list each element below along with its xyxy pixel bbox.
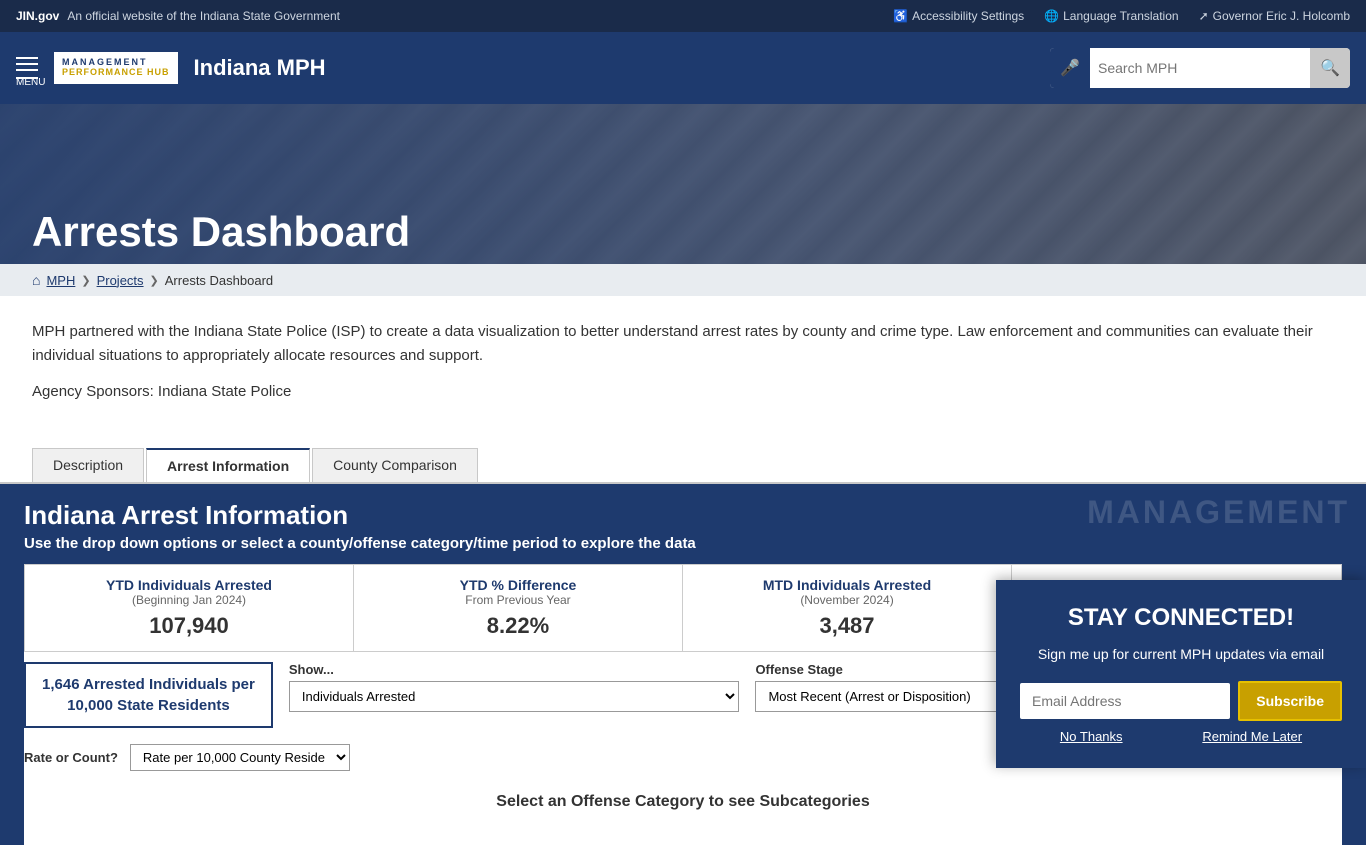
- breadcrumb: ⌂ MPH ❯ Projects ❯ Arrests Dashboard: [0, 264, 1366, 296]
- search-input[interactable]: [1090, 60, 1310, 76]
- offense-section: Select an Offense Category to see Subcat…: [24, 777, 1342, 845]
- site-title: Indiana MPH: [194, 55, 326, 81]
- breadcrumb-sep-2: ❯: [150, 274, 159, 287]
- main-nav: MENU MANAGEMENT PERFORMANCE HUB Indiana …: [0, 32, 1366, 104]
- rate-label: Rate or Count?: [24, 750, 118, 765]
- offense-title: Select an Offense Category to see Subcat…: [24, 785, 1342, 819]
- language-link[interactable]: 🌐 Language Translation: [1044, 9, 1178, 23]
- stat-ytd-arrested: YTD Individuals Arrested (Beginning Jan …: [25, 565, 354, 651]
- stat-ytd-diff-label: YTD % Difference: [370, 577, 666, 593]
- breadcrumb-current: Arrests Dashboard: [165, 273, 273, 288]
- popup-links: No Thanks Remind Me Later: [1020, 729, 1342, 744]
- external-link-icon: ➚: [1199, 9, 1209, 23]
- show-select[interactable]: Individuals Arrested Arrest Count Rate p…: [289, 681, 740, 712]
- official-text: An official website of the Indiana State…: [67, 9, 340, 23]
- stat-ytd-diff-value: 8.22%: [370, 613, 666, 639]
- logo-box: MANAGEMENT PERFORMANCE HUB: [54, 52, 178, 84]
- stat-mtd-arrested-label: MTD Individuals Arrested: [699, 577, 995, 593]
- no-thanks-button[interactable]: No Thanks: [1060, 729, 1123, 744]
- nav-logo[interactable]: MANAGEMENT PERFORMANCE HUB Indiana MPH: [54, 52, 326, 84]
- popup-email-row: Subscribe: [1020, 681, 1342, 721]
- remind-later-button[interactable]: Remind Me Later: [1202, 729, 1302, 744]
- hero-content: Arrests Dashboard: [0, 192, 442, 264]
- accessibility-link[interactable]: ♿ Accessibility Settings: [893, 9, 1024, 23]
- top-bar-right: ♿ Accessibility Settings 🌐 Language Tran…: [893, 9, 1350, 23]
- hamburger-line: [16, 69, 38, 71]
- state-resident-highlight: 1,646 Arrested Individuals per10,000 Sta…: [24, 662, 273, 728]
- hamburger-line: [16, 63, 38, 65]
- stat-ytd-diff: YTD % Difference From Previous Year 8.22…: [354, 565, 683, 651]
- breadcrumb-sep-1: ❯: [81, 274, 90, 287]
- email-input[interactable]: [1020, 683, 1230, 719]
- page-title: Arrests Dashboard: [32, 208, 410, 256]
- dashboard-subtitle: Use the drop down options or select a co…: [24, 535, 1342, 552]
- tabs-bar: Description Arrest Information County Co…: [0, 448, 1366, 484]
- logo-bottom: PERFORMANCE HUB: [62, 68, 170, 78]
- menu-button[interactable]: MENU: [16, 57, 38, 79]
- search-bar: 🎤 🔍: [1050, 48, 1350, 88]
- breadcrumb-projects[interactable]: Projects: [97, 273, 144, 288]
- offense-category-label: Offense Category: [24, 819, 1342, 841]
- watermark: MANAGEMENT: [1087, 494, 1350, 531]
- show-label: Show...: [289, 662, 740, 677]
- home-icon: ⌂: [32, 272, 40, 288]
- menu-label: MENU: [16, 77, 38, 79]
- tab-arrest-information[interactable]: Arrest Information: [146, 448, 310, 482]
- jin-gov-link: JIN.gov: [16, 9, 59, 23]
- tab-description[interactable]: Description: [32, 448, 144, 482]
- stat-ytd-arrested-label: YTD Individuals Arrested: [41, 577, 337, 593]
- hero-section: Arrests Dashboard: [0, 104, 1366, 264]
- stay-connected-popup: STAY CONNECTED! Sign me up for current M…: [996, 580, 1366, 768]
- top-bar: JIN.gov An official website of the India…: [0, 0, 1366, 32]
- popup-description: Sign me up for current MPH updates via e…: [1020, 644, 1342, 665]
- mic-button[interactable]: 🎤: [1050, 48, 1090, 88]
- description-section: MPH partnered with the Indiana State Pol…: [0, 296, 1366, 432]
- stat-mtd-arrested-value: 3,487: [699, 613, 995, 639]
- show-control: Show... Individuals Arrested Arrest Coun…: [289, 662, 740, 712]
- breadcrumb-home[interactable]: MPH: [46, 273, 75, 288]
- stat-ytd-arrested-value: 107,940: [41, 613, 337, 639]
- globe-icon: 🌐: [1044, 9, 1059, 23]
- search-button[interactable]: 🔍: [1310, 48, 1350, 88]
- agency-text: Agency Sponsors: Indiana State Police: [32, 380, 1334, 404]
- governor-link[interactable]: ➚ Governor Eric J. Holcomb: [1199, 9, 1350, 23]
- description-text: MPH partnered with the Indiana State Pol…: [32, 320, 1334, 368]
- stat-ytd-diff-sublabel: From Previous Year: [370, 593, 666, 607]
- stat-mtd-arrested: MTD Individuals Arrested (November 2024)…: [683, 565, 1012, 651]
- stat-mtd-arrested-sublabel: (November 2024): [699, 593, 995, 607]
- rate-select[interactable]: Rate per 10,000 County Residents Count: [130, 744, 350, 771]
- accessibility-icon: ♿: [893, 9, 908, 23]
- subscribe-button[interactable]: Subscribe: [1238, 681, 1342, 721]
- stat-ytd-arrested-sublabel: (Beginning Jan 2024): [41, 593, 337, 607]
- popup-title: STAY CONNECTED!: [1020, 604, 1342, 632]
- hamburger-line: [16, 57, 38, 59]
- top-bar-left: JIN.gov An official website of the India…: [16, 9, 340, 23]
- tab-county-comparison[interactable]: County Comparison: [312, 448, 478, 482]
